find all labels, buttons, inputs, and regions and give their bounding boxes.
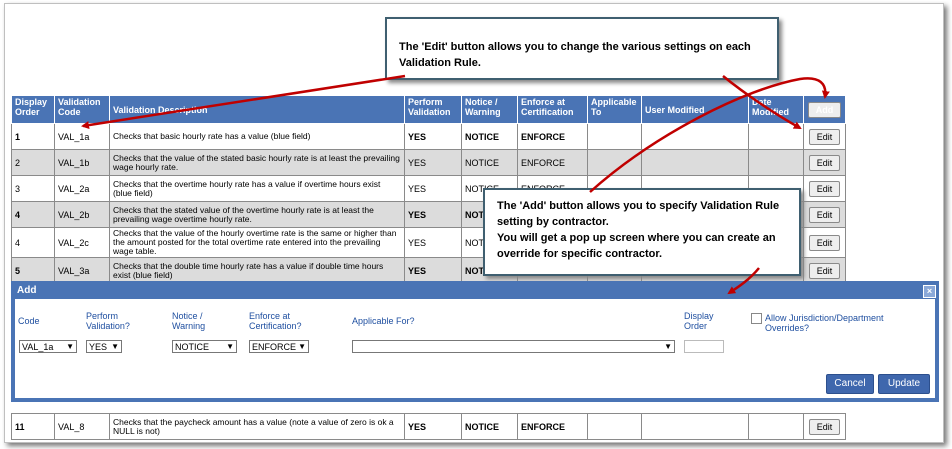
arrow-to-edit-column bbox=[722, 75, 802, 130]
arrow-to-add-button bbox=[589, 77, 830, 193]
screenshot-frame: Display Order Validation Code Validation… bbox=[4, 3, 944, 443]
arrow-to-edit-row1 bbox=[81, 74, 406, 130]
annotation-arrows bbox=[81, 74, 830, 295]
arrow-to-add-dialog bbox=[727, 267, 760, 295]
